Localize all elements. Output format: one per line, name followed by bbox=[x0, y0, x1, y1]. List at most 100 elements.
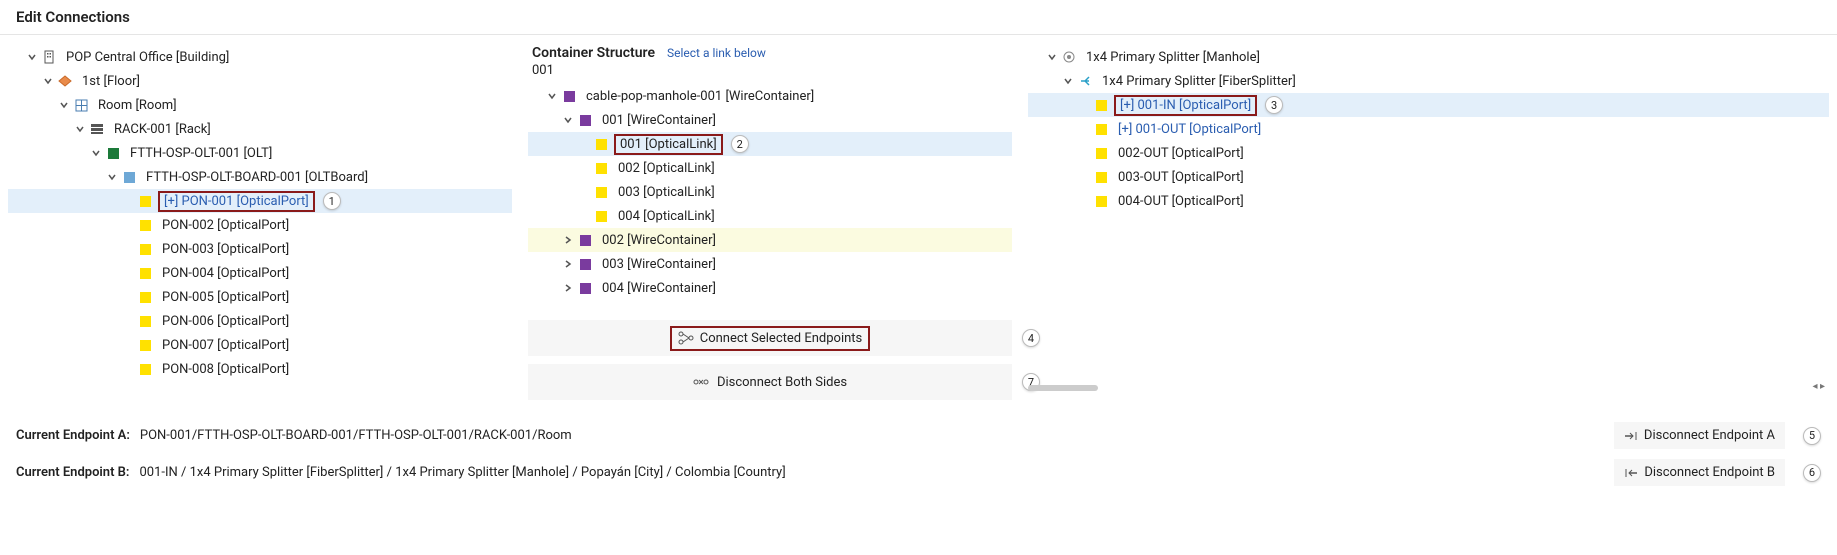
tree-node-opticalport[interactable]: 004-OUT [OpticalPort] bbox=[1028, 189, 1829, 213]
opticallink-icon bbox=[594, 161, 608, 175]
tree-label: PON-004 [OpticalPort] bbox=[158, 265, 293, 282]
opticallink-icon bbox=[594, 185, 608, 199]
opticallink-icon bbox=[594, 137, 608, 151]
tree-node-opticalport[interactable]: [+] PON-001 [OpticalPort]1 bbox=[8, 189, 512, 213]
step-badge: 6 bbox=[1803, 464, 1821, 482]
floor-icon bbox=[58, 74, 72, 88]
disconnect-both-sides-button[interactable]: Disconnect Both Sides 7 bbox=[528, 364, 1012, 400]
chevron-down-icon[interactable] bbox=[56, 97, 72, 113]
tree-label: 003-OUT [OpticalPort] bbox=[1114, 169, 1248, 186]
chevron-right-icon[interactable] bbox=[560, 232, 576, 248]
step-badge: 2 bbox=[731, 135, 749, 153]
tree-node-opticalport[interactable]: PON-004 [OpticalPort] bbox=[8, 261, 512, 285]
tree-node-opticalport[interactable]: PON-003 [OpticalPort] bbox=[8, 237, 512, 261]
chevron-down-icon[interactable] bbox=[1044, 49, 1060, 65]
tree-label: cable-pop-manhole-001 [WireContainer] bbox=[582, 88, 818, 105]
connect-icon bbox=[678, 331, 694, 345]
tree-label: PON-005 [OpticalPort] bbox=[158, 289, 293, 306]
chevron-down-icon[interactable] bbox=[88, 145, 104, 161]
opticalport-icon bbox=[1094, 194, 1108, 208]
tree-node-opticallink[interactable]: 004 [OpticalLink] bbox=[528, 204, 1012, 228]
endpoint-a-tree: POP Central Office [Building] 1st [Floor… bbox=[0, 45, 520, 408]
chevron-down-icon[interactable] bbox=[24, 49, 40, 65]
chevron-down-icon[interactable] bbox=[104, 169, 120, 185]
tree-label: 001 [OpticalLink] bbox=[614, 134, 723, 155]
opticalport-icon bbox=[138, 194, 152, 208]
tree-node-wirecontainer[interactable]: 004 [WireContainer] bbox=[528, 276, 1012, 300]
opticalport-icon bbox=[1094, 98, 1108, 112]
horizontal-scrollbar[interactable]: ◂ ▸ bbox=[1028, 383, 1829, 393]
wirecontainer-icon bbox=[578, 257, 592, 271]
endpoint-b-footer: Current Endpoint B: 001-IN / 1x4 Primary… bbox=[0, 453, 1837, 490]
disconnect-endpoint-a-button[interactable]: Disconnect Endpoint A bbox=[1614, 422, 1785, 449]
opticallink-icon bbox=[594, 209, 608, 223]
tree-node-opticallink[interactable]: 001 [OpticalLink] 2 bbox=[528, 132, 1012, 156]
tree-node-opticalport[interactable]: PON-007 [OpticalPort] bbox=[8, 333, 512, 357]
tree-node-wirecontainer[interactable]: 002 [WireContainer] bbox=[528, 228, 1012, 252]
tree-node-oltboard[interactable]: FTTH-OSP-OLT-BOARD-001 [OLTBoard] bbox=[8, 165, 512, 189]
container-structure-panel: Container Structure Select a link below … bbox=[520, 45, 1020, 408]
tree-label: [+] 001-IN [OpticalPort] bbox=[1114, 95, 1257, 116]
chevron-down-icon[interactable] bbox=[72, 121, 88, 137]
tree-label: 004-OUT [OpticalPort] bbox=[1114, 193, 1248, 210]
tree-node-opticallink[interactable]: 003 [OpticalLink] bbox=[528, 180, 1012, 204]
connect-selected-endpoints-button[interactable]: Connect Selected Endpoints 4 bbox=[528, 320, 1012, 356]
tree-node-opticalport[interactable]: PON-005 [OpticalPort] bbox=[8, 285, 512, 309]
tree-node-opticalport[interactable]: 003-OUT [OpticalPort] bbox=[1028, 165, 1829, 189]
tree-node-manhole[interactable]: 1x4 Primary Splitter [Manhole] bbox=[1028, 45, 1829, 69]
tree-label: 004 [WireContainer] bbox=[598, 280, 720, 297]
tree-node-olt[interactable]: FTTH-OSP-OLT-001 [OLT] bbox=[8, 141, 512, 165]
button-label: Connect Selected Endpoints bbox=[700, 331, 863, 346]
tree-node-floor[interactable]: 1st [Floor] bbox=[8, 69, 512, 93]
chevron-down-icon[interactable] bbox=[1060, 73, 1076, 89]
tree-node-fibersplitter[interactable]: 1x4 Primary Splitter [FiberSplitter] bbox=[1028, 69, 1829, 93]
chevron-down-icon[interactable] bbox=[560, 112, 576, 128]
tree-label: 1x4 Primary Splitter [FiberSplitter] bbox=[1098, 73, 1300, 90]
chevron-down-icon[interactable] bbox=[40, 73, 56, 89]
opticalport-icon bbox=[138, 266, 152, 280]
tree-label: 003 [WireContainer] bbox=[598, 256, 720, 273]
step-badge: 4 bbox=[1022, 329, 1040, 347]
tree-node-room[interactable]: Room [Room] bbox=[8, 93, 512, 117]
oltboard-icon bbox=[122, 170, 136, 184]
opticalport-icon bbox=[138, 362, 152, 376]
tree-node-wirecontainer[interactable]: 003 [WireContainer] bbox=[528, 252, 1012, 276]
container-code: 001 bbox=[528, 61, 1012, 84]
chevron-down-icon[interactable] bbox=[544, 88, 560, 104]
tree-label: 003 [OpticalLink] bbox=[614, 184, 719, 201]
disconnect-a-icon bbox=[1624, 431, 1638, 441]
step-badge: 1 bbox=[323, 192, 341, 210]
tree-node-opticalport[interactable]: [+] 001-IN [OpticalPort]3 bbox=[1028, 93, 1829, 117]
disconnect-endpoint-b-button[interactable]: Disconnect Endpoint B bbox=[1614, 459, 1785, 486]
tree-label: POP Central Office [Building] bbox=[62, 49, 233, 66]
tree-node-rack[interactable]: RACK-001 [Rack] bbox=[8, 117, 512, 141]
page-title: Edit Connections bbox=[0, 0, 1837, 35]
tree-node-opticalport[interactable]: [+] 001-OUT [OpticalPort] bbox=[1028, 117, 1829, 141]
opticalport-icon bbox=[1094, 146, 1108, 160]
tree-label: PON-002 [OpticalPort] bbox=[158, 217, 293, 234]
tree-node-wirecontainer-root[interactable]: cable-pop-manhole-001 [WireContainer] bbox=[528, 84, 1012, 108]
wirecontainer-icon bbox=[578, 233, 592, 247]
tree-node-wirecontainer[interactable]: 001 [WireContainer] bbox=[528, 108, 1012, 132]
wirecontainer-icon bbox=[578, 113, 592, 127]
chevron-right-icon[interactable] bbox=[560, 256, 576, 272]
wirecontainer-icon bbox=[562, 89, 576, 103]
tree-node-opticalport[interactable]: PON-008 [OpticalPort] bbox=[8, 357, 512, 381]
building-icon bbox=[42, 50, 56, 64]
tree-label: [+] 001-OUT [OpticalPort] bbox=[1114, 121, 1265, 138]
chevron-right-icon[interactable] bbox=[560, 280, 576, 296]
tree-node-opticalport[interactable]: PON-006 [OpticalPort] bbox=[8, 309, 512, 333]
splitter-icon bbox=[1078, 74, 1092, 88]
tree-node-opticallink[interactable]: 002 [OpticalLink] bbox=[528, 156, 1012, 180]
tree-node-opticalport[interactable]: PON-002 [OpticalPort] bbox=[8, 213, 512, 237]
container-structure-subtitle: Select a link below bbox=[667, 46, 766, 60]
opticalport-icon bbox=[138, 218, 152, 232]
endpoint-b-path: 001-IN / 1x4 Primary Splitter [FiberSpli… bbox=[139, 465, 785, 480]
opticalport-icon bbox=[138, 314, 152, 328]
tree-label: FTTH-OSP-OLT-001 [OLT] bbox=[126, 145, 276, 162]
scroll-arrows-icon: ◂ ▸ bbox=[1812, 381, 1825, 392]
tree-node-building[interactable]: POP Central Office [Building] bbox=[8, 45, 512, 69]
tree-node-opticalport[interactable]: 002-OUT [OpticalPort] bbox=[1028, 141, 1829, 165]
opticalport-icon bbox=[1094, 122, 1108, 136]
endpoint-b-tree: 1x4 Primary Splitter [Manhole] 1x4 Prima… bbox=[1020, 45, 1837, 408]
